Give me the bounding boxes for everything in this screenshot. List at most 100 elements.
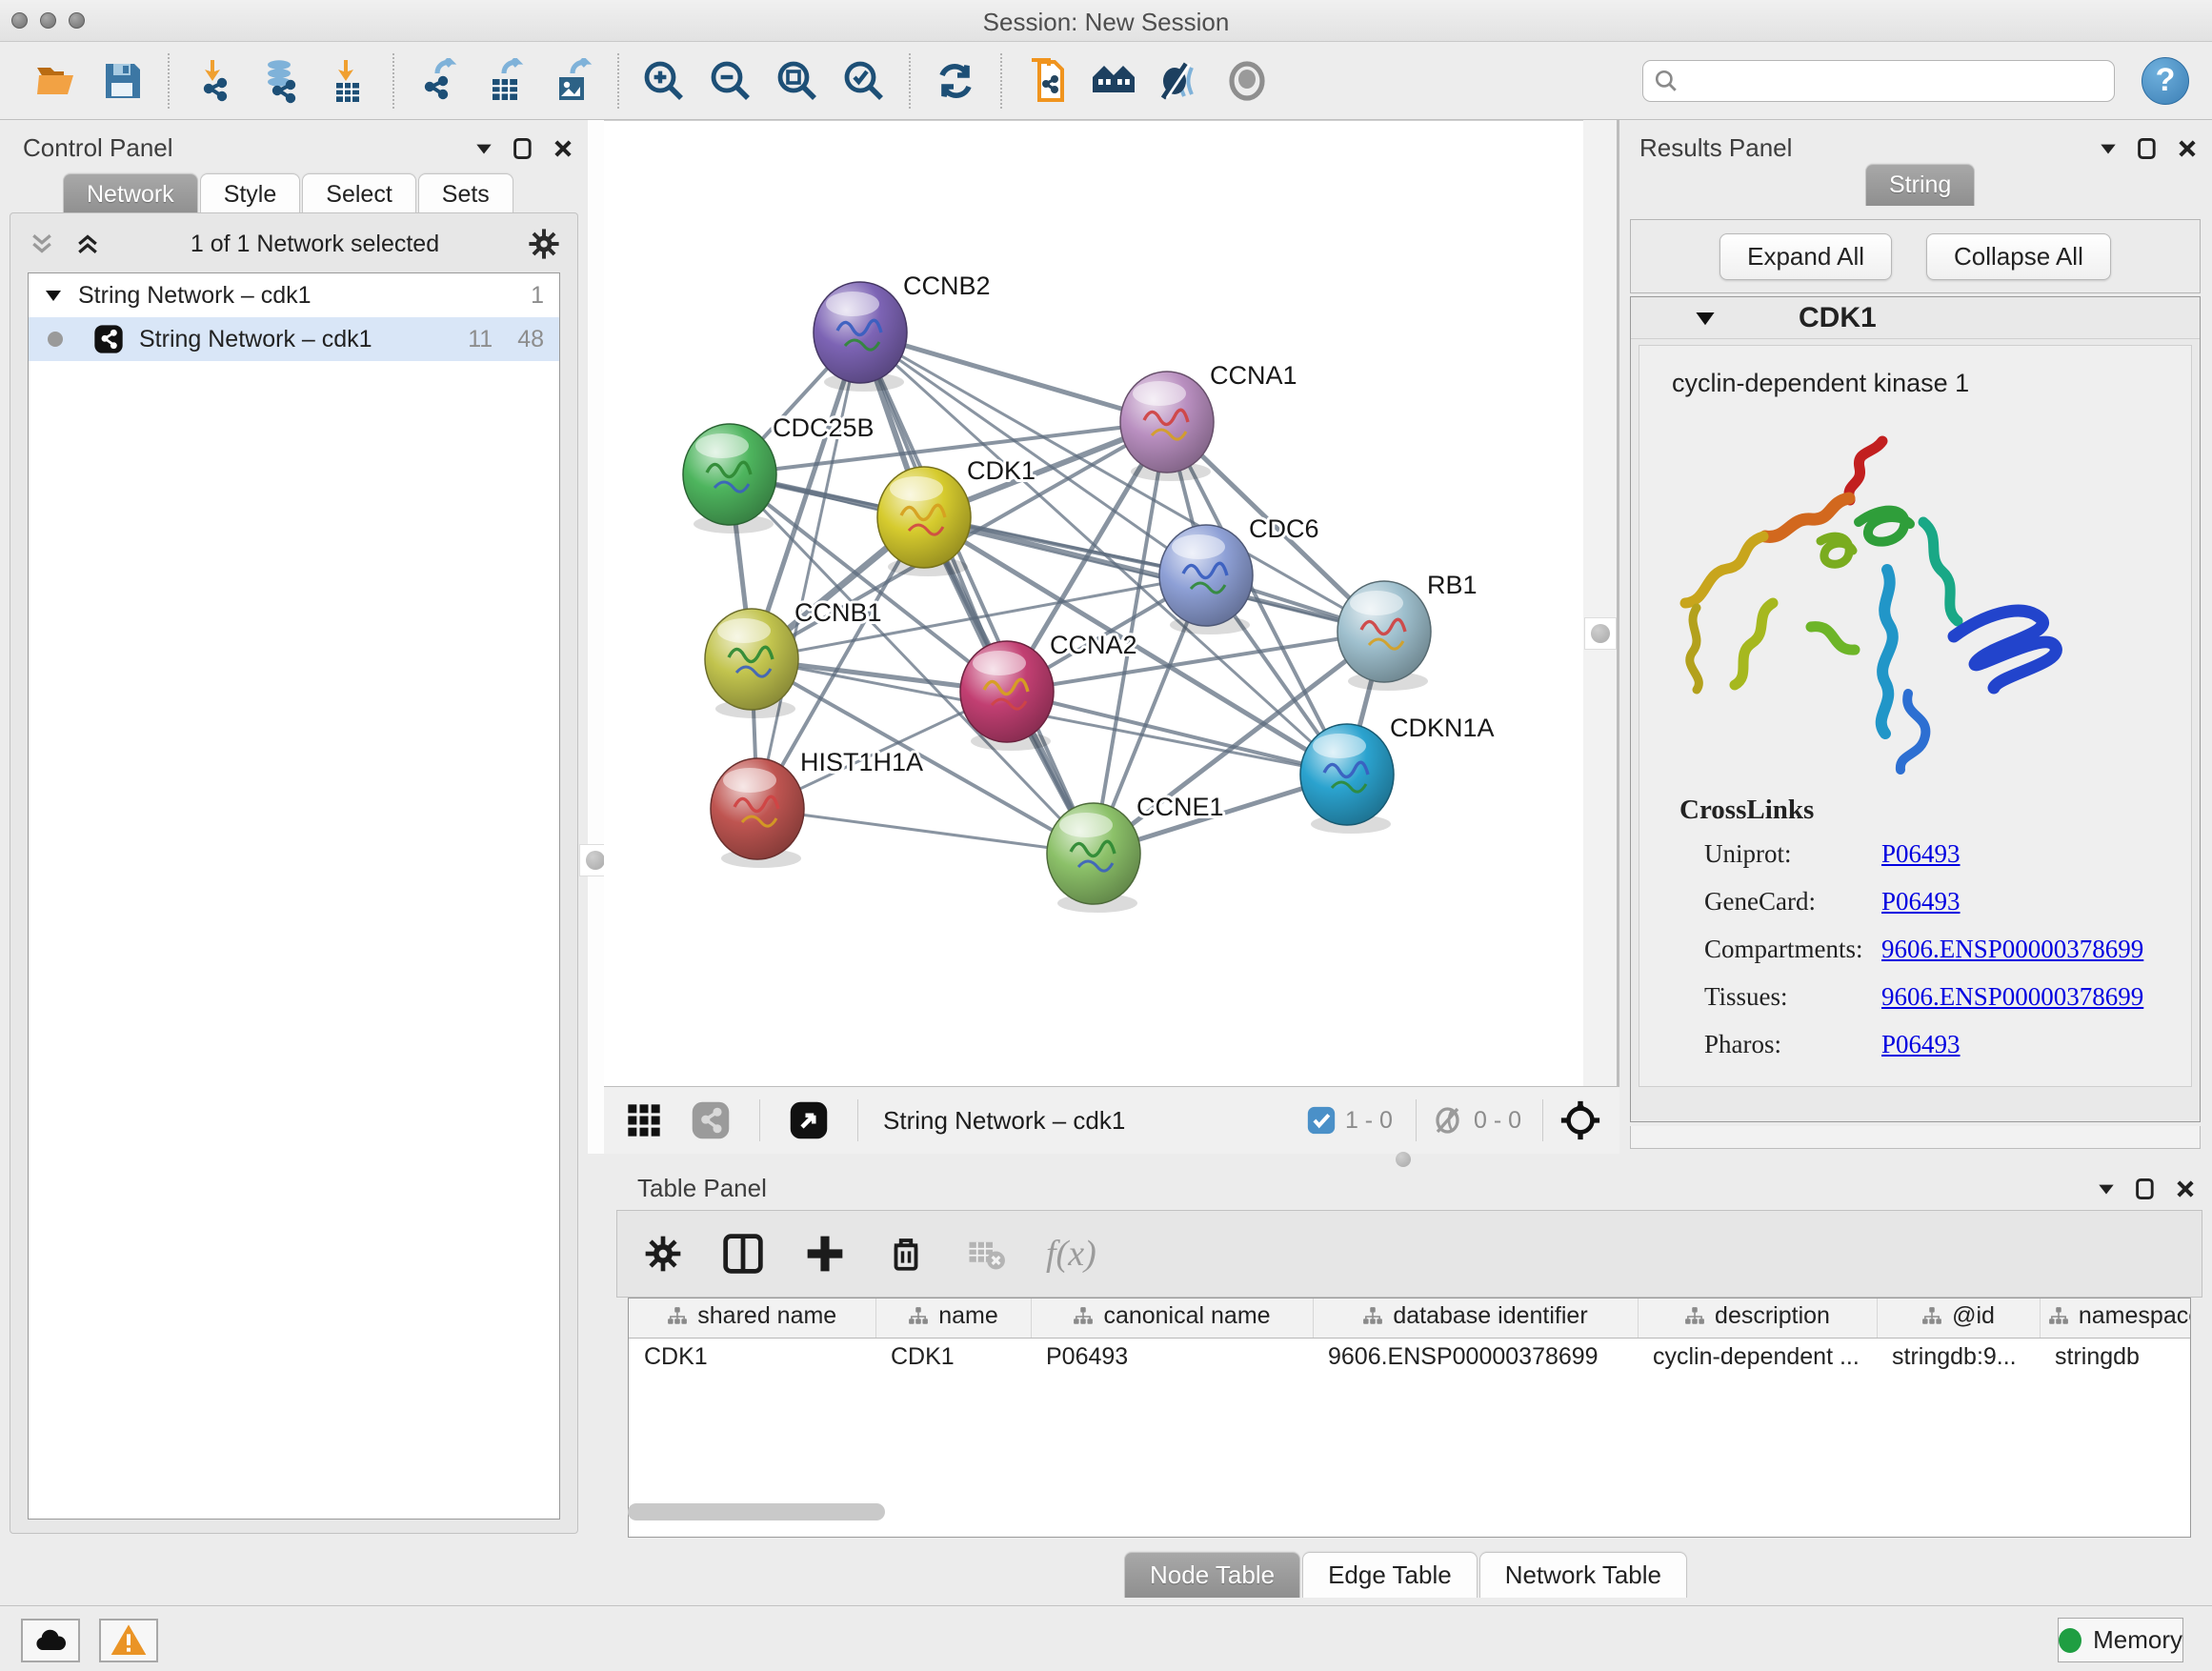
- column-header-database-identifier[interactable]: database identifier: [1313, 1299, 1638, 1338]
- column-header-namespace[interactable]: namespace: [2040, 1299, 2191, 1338]
- column-header--id[interactable]: @id: [1877, 1299, 2040, 1338]
- tree-expander-icon[interactable]: [44, 286, 63, 305]
- network-canvas[interactable]: CCNB2CCNA1CDC25BCDK1CDC6RB1CCNB1CCNA2CDK…: [604, 120, 1583, 1086]
- houses-icon[interactable]: [1089, 56, 1138, 106]
- network-node-ccnb1[interactable]: CCNB1: [705, 598, 882, 718]
- zoom-in-icon[interactable]: [639, 56, 689, 106]
- bottom-splitter-handle[interactable]: [1389, 1152, 1418, 1167]
- show-all-icon[interactable]: [1222, 56, 1272, 106]
- window-titlebar: Session: New Session: [0, 0, 2212, 42]
- panel-close-icon[interactable]: [552, 137, 574, 160]
- show-columns-icon[interactable]: [722, 1233, 764, 1275]
- search-input[interactable]: [1642, 60, 2115, 102]
- crosslink-tissues-link[interactable]: 9606.ENSP00000378699: [1881, 982, 2143, 1012]
- network-view-title: String Network – cdk1: [883, 1106, 1125, 1136]
- network-node-label: CCNB2: [903, 272, 991, 300]
- table-row[interactable]: CDK1CDK1P064939606.ENSP00000378699cyclin…: [629, 1338, 2191, 1377]
- collapse-all-networks-icon[interactable]: [28, 230, 56, 258]
- panel-maximize-icon[interactable]: [2136, 137, 2159, 160]
- zoom-out-icon[interactable]: [706, 56, 755, 106]
- delete-column-icon[interactable]: [886, 1234, 926, 1274]
- gene-expander-icon[interactable]: [1694, 307, 1717, 330]
- panel-float-icon[interactable]: [473, 138, 494, 159]
- column-header-description[interactable]: description: [1638, 1299, 1877, 1338]
- table-horizontal-scrollbar[interactable]: [628, 1503, 885, 1520]
- table-panel: Table Panel f(x) shared namenamecanonica…: [607, 1168, 2212, 1605]
- column-header-name[interactable]: name: [875, 1299, 1031, 1338]
- cloud-button[interactable]: [21, 1619, 80, 1662]
- network-node-ccnb2[interactable]: CCNB2: [814, 272, 991, 392]
- protein-structure-image: [1668, 408, 2191, 789]
- warning-button[interactable]: [99, 1619, 158, 1662]
- tab-select[interactable]: Select: [302, 173, 415, 215]
- gene-name: CDK1: [1799, 302, 1877, 334]
- network-node-label: HIST1H1A: [800, 748, 923, 776]
- panel-maximize-icon[interactable]: [2134, 1178, 2157, 1200]
- tab-string-results[interactable]: String: [1865, 164, 1975, 206]
- save-session-icon[interactable]: [98, 56, 148, 106]
- network-from-selection-icon[interactable]: [1022, 56, 1072, 106]
- collapse-all-button[interactable]: Collapse All: [1926, 233, 2111, 280]
- panel-float-icon[interactable]: [2096, 1178, 2117, 1199]
- network-node-cdkn1a[interactable]: CDKN1A: [1300, 714, 1495, 834]
- panel-float-icon[interactable]: [2098, 138, 2119, 159]
- network-edge-ccnb2-hist1h1a[interactable]: [757, 332, 860, 809]
- results-scrollbar[interactable]: [1630, 1126, 2201, 1149]
- crosslink-uniprot-link[interactable]: P06493: [1881, 839, 1961, 869]
- open-session-icon[interactable]: [31, 56, 81, 106]
- column-header-canonical-name[interactable]: canonical name: [1031, 1299, 1313, 1338]
- import-network-file-icon[interactable]: [190, 56, 239, 106]
- network-view-badge-icon[interactable]: [686, 1096, 735, 1145]
- table-options-gear-icon[interactable]: [644, 1235, 682, 1273]
- tab-edge-table[interactable]: Edge Table: [1302, 1552, 1478, 1598]
- network-row[interactable]: String Network – cdk1 11 48: [29, 317, 559, 361]
- expand-all-button[interactable]: Expand All: [1719, 233, 1892, 280]
- tab-style[interactable]: Style: [200, 173, 301, 215]
- network-node-label: CDKN1A: [1390, 714, 1495, 742]
- import-network-database-icon[interactable]: [256, 56, 306, 106]
- panel-close-icon[interactable]: [2174, 1178, 2197, 1200]
- network-node-hist1h1a[interactable]: HIST1H1A: [711, 748, 923, 868]
- network-node-cdc6[interactable]: CDC6: [1159, 514, 1319, 634]
- network-edge-hist1h1a-ccne1[interactable]: [757, 809, 1094, 854]
- zoom-selected-icon[interactable]: [839, 56, 889, 106]
- right-splitter-handle[interactable]: [1584, 617, 1617, 650]
- gene-section-header[interactable]: CDK1: [1631, 297, 2200, 339]
- crosslink-pharos-link[interactable]: P06493: [1881, 1030, 1961, 1059]
- crosslink-genecard-link[interactable]: P06493: [1881, 887, 1961, 916]
- apply-layout-icon[interactable]: [931, 56, 980, 106]
- network-edge-ccnb2-ccna1[interactable]: [860, 332, 1167, 422]
- memory-button[interactable]: Memory: [2058, 1618, 2183, 1662]
- tab-network[interactable]: Network: [63, 173, 198, 215]
- grid-view-icon[interactable]: [619, 1096, 669, 1145]
- tab-network-table[interactable]: Network Table: [1479, 1552, 1687, 1598]
- export-image-icon[interactable]: [548, 56, 597, 106]
- tab-sets[interactable]: Sets: [418, 173, 513, 215]
- network-node-ccne1[interactable]: CCNE1: [1047, 793, 1224, 913]
- expand-all-networks-icon[interactable]: [73, 230, 102, 258]
- export-network-icon[interactable]: [414, 56, 464, 106]
- birdseye-view-icon[interactable]: [784, 1096, 834, 1145]
- network-collection-row[interactable]: String Network – cdk1 1: [29, 273, 559, 317]
- network-options-gear-icon[interactable]: [528, 228, 560, 260]
- hide-selected-icon[interactable]: [1156, 56, 1205, 106]
- crosslink-label: GeneCard:: [1704, 887, 1881, 916]
- panel-close-icon[interactable]: [2176, 137, 2199, 160]
- center-view-crosshair-icon[interactable]: [1542, 1099, 1602, 1141]
- network-node-cdk1[interactable]: CDK1: [877, 456, 1036, 576]
- crosslink-row: Uniprot:P06493: [1679, 839, 2191, 869]
- export-table-icon[interactable]: [481, 56, 531, 106]
- network-node-cdc25b[interactable]: CDC25B: [683, 413, 875, 534]
- left-splitter[interactable]: [588, 120, 604, 1154]
- network-node-rb1[interactable]: RB1: [1337, 571, 1478, 691]
- crosslink-compartments-link[interactable]: 9606.ENSP00000378699: [1881, 935, 2143, 964]
- crosslink-label: Pharos:: [1704, 1030, 1881, 1059]
- column-header-shared-name[interactable]: shared name: [629, 1299, 875, 1338]
- panel-maximize-icon[interactable]: [512, 137, 534, 160]
- tab-node-table[interactable]: Node Table: [1124, 1552, 1300, 1598]
- help-button[interactable]: ?: [2142, 57, 2189, 105]
- import-table-icon[interactable]: [323, 56, 372, 106]
- network-node-ccna2[interactable]: CCNA2: [960, 631, 1137, 751]
- zoom-fit-icon[interactable]: [773, 56, 822, 106]
- add-column-icon[interactable]: [804, 1233, 846, 1275]
